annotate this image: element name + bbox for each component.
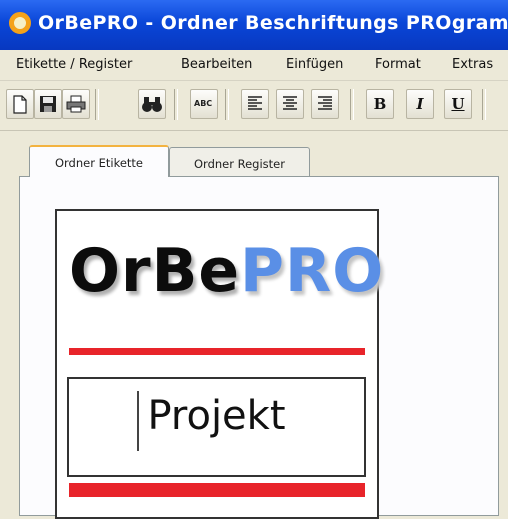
menu-etikette-register[interactable]: Etikette / Register [16, 57, 132, 72]
tab-label: Ordner Register [194, 157, 285, 171]
toolbar-separator [225, 89, 229, 120]
menu-bearbeiten[interactable]: Bearbeiten [181, 57, 252, 72]
toolbar-separator [95, 89, 99, 120]
bold-button[interactable]: B [366, 89, 394, 119]
toolbar-separator [174, 89, 178, 120]
window-title: OrBePRO - Ordner Beschriftungs PROgramm [38, 12, 508, 34]
save-button[interactable] [34, 89, 62, 119]
bold-icon: B [373, 95, 387, 113]
align-center-button[interactable] [276, 89, 304, 119]
spellcheck-button[interactable]: ABC [190, 89, 218, 119]
menu-format[interactable]: Format [375, 57, 421, 72]
align-right-icon [318, 96, 332, 110]
new-document-icon [13, 95, 27, 114]
italic-icon: I [416, 95, 424, 113]
tab-label: Ordner Etikette [54, 156, 143, 170]
find-button[interactable] [138, 89, 166, 119]
print-button[interactable] [62, 89, 90, 119]
underline-icon: U [451, 95, 465, 113]
toolbar-separator [482, 89, 486, 120]
underline-button[interactable]: U [444, 89, 472, 119]
save-icon [40, 96, 56, 112]
label-preview[interactable]: OrBePRO Projekt [55, 209, 383, 519]
tab-ordner-etikette[interactable]: Ordner Etikette [29, 145, 169, 177]
tab-ordner-register[interactable]: Ordner Register [169, 147, 310, 177]
align-center-icon [283, 96, 297, 110]
title-bar[interactable]: OrBePRO - Ordner Beschriftungs PROgramm [0, 0, 508, 51]
project-text-box[interactable]: Projekt [67, 377, 366, 477]
red-divider-top [69, 348, 365, 355]
new-button[interactable] [6, 89, 34, 119]
align-left-icon [248, 96, 262, 110]
menu-bar: Etikette / Register Bearbeiten Einfügen … [0, 50, 508, 81]
app-icon[interactable] [9, 12, 31, 34]
menu-einfuegen[interactable]: Einfügen [286, 57, 343, 72]
orbepro-logo: OrBePRO [69, 241, 384, 301]
italic-button[interactable]: I [406, 89, 434, 119]
toolbar: ABC B I U [0, 81, 508, 131]
spellcheck-icon: ABC [194, 99, 213, 108]
binoculars-icon [142, 97, 162, 112]
project-text: Projekt [147, 393, 286, 439]
red-divider-bottom [69, 483, 365, 497]
menu-extras[interactable]: Extras [452, 57, 493, 72]
logo-part-a: OrBe [69, 236, 241, 306]
align-left-button[interactable] [241, 89, 269, 119]
toolbar-separator [350, 89, 354, 120]
print-icon [66, 95, 86, 113]
logo-part-b: PRO [240, 236, 385, 306]
align-right-button[interactable] [311, 89, 339, 119]
